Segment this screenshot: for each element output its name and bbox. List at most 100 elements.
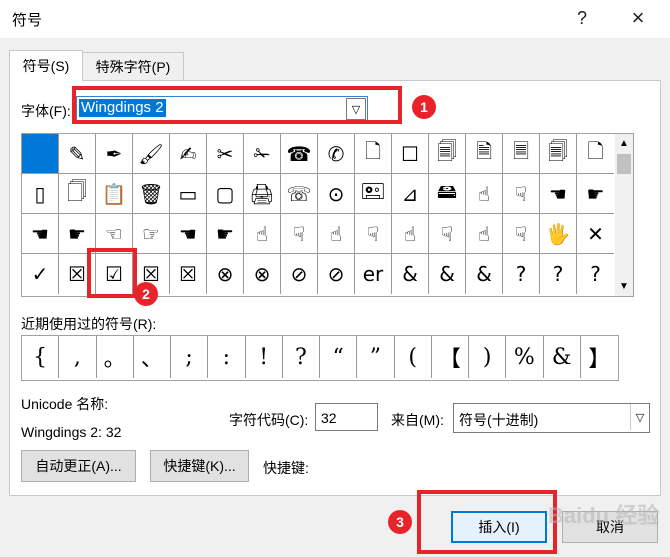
symbol-cell[interactable]: 🗋 bbox=[355, 134, 392, 174]
shortcut-key-button[interactable]: 快捷键(K)... bbox=[150, 450, 249, 482]
from-value: 符号(十进制) bbox=[459, 412, 539, 428]
symbol-cell[interactable]: ✒ bbox=[96, 134, 133, 174]
grid-scrollbar[interactable]: ▲ ▼ bbox=[615, 133, 634, 297]
symbol-cell[interactable]: ☝ bbox=[392, 214, 429, 254]
recent-symbol-cell[interactable]: 】 bbox=[581, 336, 618, 378]
symbol-cell[interactable]: ✓ bbox=[22, 254, 59, 294]
recent-symbol-cell[interactable]: : bbox=[208, 336, 246, 378]
unicode-name-value: Wingdings 2: 32 bbox=[21, 424, 122, 440]
symbol-cell[interactable]: ⊿ bbox=[392, 174, 429, 214]
recent-symbol-cell[interactable]: ” bbox=[357, 336, 395, 378]
symbol-cell[interactable]: ? bbox=[503, 254, 540, 294]
symbol-cell[interactable]: ✕ bbox=[577, 214, 614, 254]
symbol-cell[interactable]: 🖴 bbox=[429, 174, 466, 214]
symbol-cell[interactable]: ☟ bbox=[503, 214, 540, 254]
symbol-cell[interactable]: ⊘ bbox=[281, 254, 318, 294]
symbol-cell[interactable]: ☚ bbox=[22, 214, 59, 254]
symbol-cell[interactable]: ☏ bbox=[281, 174, 318, 214]
scroll-up-icon[interactable]: ▲ bbox=[619, 138, 629, 149]
scroll-down-icon[interactable]: ▼ bbox=[619, 281, 629, 292]
symbol-cell[interactable]: ? bbox=[577, 254, 614, 294]
recent-symbol-cell[interactable]: ; bbox=[171, 336, 209, 378]
symbol-cell[interactable]: 🖌 bbox=[133, 134, 170, 174]
symbol-cell[interactable]: ☚ bbox=[170, 214, 207, 254]
symbol-cell[interactable]: ▢ bbox=[207, 174, 244, 214]
annotation-box-font bbox=[72, 86, 402, 124]
symbol-cell[interactable]: 🗋 bbox=[577, 134, 614, 174]
symbol-cell[interactable] bbox=[22, 134, 59, 174]
symbol-cell[interactable]: ☟ bbox=[355, 214, 392, 254]
recent-symbol-cell[interactable]: 、 bbox=[134, 336, 171, 378]
symbol-cell[interactable]: 📋 bbox=[96, 174, 133, 214]
symbol-cell[interactable]: & bbox=[466, 254, 503, 294]
symbol-cell[interactable]: ☚ bbox=[540, 174, 577, 214]
symbol-cell[interactable]: 🗑 bbox=[133, 174, 170, 214]
symbol-cell[interactable]: ✍ bbox=[170, 134, 207, 174]
symbol-cell[interactable]: er bbox=[355, 254, 392, 294]
symbol-cell[interactable]: ☒ bbox=[170, 254, 207, 294]
annotation-box-checkmark bbox=[87, 248, 137, 298]
tab-symbols[interactable]: 符号(S) bbox=[9, 50, 83, 81]
symbol-cell[interactable]: ☟ bbox=[429, 214, 466, 254]
symbol-cell[interactable]: ☎ bbox=[281, 134, 318, 174]
dialog-title: 符号 bbox=[12, 12, 43, 29]
annotation-badge-2: 2 bbox=[134, 282, 158, 306]
recent-label: 近期使用过的符号(R): bbox=[21, 316, 157, 332]
symbol-cell[interactable]: ? bbox=[540, 254, 577, 294]
from-select[interactable]: 符号(十进制) ▽ bbox=[453, 403, 650, 433]
symbol-cell[interactable]: ✂ bbox=[207, 134, 244, 174]
tab-special-characters[interactable]: 特殊字符(P) bbox=[82, 52, 184, 81]
symbol-cell[interactable]: 🗏 bbox=[503, 134, 540, 174]
symbol-cell[interactable]: ☛ bbox=[577, 174, 614, 214]
symbol-cell[interactable]: ☝ bbox=[466, 174, 503, 214]
help-button[interactable]: ? bbox=[562, 2, 602, 34]
recent-symbol-cell[interactable]: & bbox=[544, 336, 581, 378]
close-button[interactable]: × bbox=[618, 2, 658, 34]
recent-symbol-cell[interactable]: ( bbox=[395, 336, 432, 378]
symbol-cell[interactable]: ✆ bbox=[318, 134, 355, 174]
symbol-cell[interactable]: 🗐 bbox=[540, 134, 577, 174]
symbol-cell[interactable]: 🖭 bbox=[355, 174, 392, 214]
symbol-cell[interactable]: ⊗ bbox=[207, 254, 244, 294]
symbol-cell[interactable]: ☐ bbox=[392, 134, 429, 174]
symbol-cell[interactable]: ⊗ bbox=[244, 254, 281, 294]
recent-symbol-cell[interactable]: “ bbox=[320, 336, 358, 378]
symbol-cell[interactable]: ▯ bbox=[22, 174, 59, 214]
symbol-cell[interactable]: ✎ bbox=[59, 134, 96, 174]
symbol-cell[interactable]: ☝ bbox=[466, 214, 503, 254]
symbol-cell[interactable]: ✁ bbox=[244, 134, 281, 174]
shortcut-label: 快捷键: bbox=[263, 460, 309, 476]
symbol-cell[interactable]: 🗍 bbox=[59, 174, 96, 214]
recent-symbol-cell[interactable]: % bbox=[506, 336, 544, 378]
symbol-cell[interactable]: ☟ bbox=[503, 174, 540, 214]
symbol-cell[interactable]: ⊙ bbox=[318, 174, 355, 214]
symbol-cell[interactable]: ☛ bbox=[207, 214, 244, 254]
symbol-cell[interactable]: & bbox=[392, 254, 429, 294]
symbol-cell[interactable]: ▭ bbox=[170, 174, 207, 214]
watermark: Baidu 经验 bbox=[548, 503, 660, 528]
symbol-cell[interactable]: 🗐 bbox=[429, 134, 466, 174]
symbol-cell[interactable]: 🖨 bbox=[244, 174, 281, 214]
symbol-cell[interactable]: ☝ bbox=[318, 214, 355, 254]
chevron-down-icon[interactable]: ▽ bbox=[630, 404, 649, 430]
symbol-cell[interactable]: ☝ bbox=[244, 214, 281, 254]
recent-symbol-cell[interactable]: , bbox=[59, 336, 97, 378]
symbol-cell[interactable]: ⊘ bbox=[318, 254, 355, 294]
symbol-cell[interactable]: ☟ bbox=[281, 214, 318, 254]
tab-symbols-label: 符号(S) bbox=[22, 58, 70, 74]
symbol-cell[interactable]: ☞ bbox=[133, 214, 170, 254]
recent-symbols: {,。、;:!? “”(【)% &】 bbox=[21, 335, 619, 381]
recent-symbol-cell[interactable]: ) bbox=[469, 336, 507, 378]
scroll-thumb[interactable] bbox=[617, 154, 631, 174]
recent-symbol-cell[interactable]: ! bbox=[246, 336, 283, 378]
symbol-cell[interactable]: & bbox=[429, 254, 466, 294]
autocorrect-button[interactable]: 自动更正(A)... bbox=[21, 450, 136, 482]
symbol-cell[interactable]: 🗎 bbox=[466, 134, 503, 174]
charcode-input[interactable]: 32 bbox=[315, 403, 378, 431]
recent-symbol-cell[interactable]: 。 bbox=[97, 336, 134, 378]
recent-symbol-cell[interactable]: ? bbox=[283, 336, 320, 378]
recent-symbol-cell[interactable]: { bbox=[22, 336, 60, 378]
from-label: 来自(M): bbox=[391, 412, 444, 428]
symbol-cell[interactable]: 🖐 bbox=[540, 214, 577, 254]
recent-symbol-cell[interactable]: 【 bbox=[432, 336, 469, 378]
